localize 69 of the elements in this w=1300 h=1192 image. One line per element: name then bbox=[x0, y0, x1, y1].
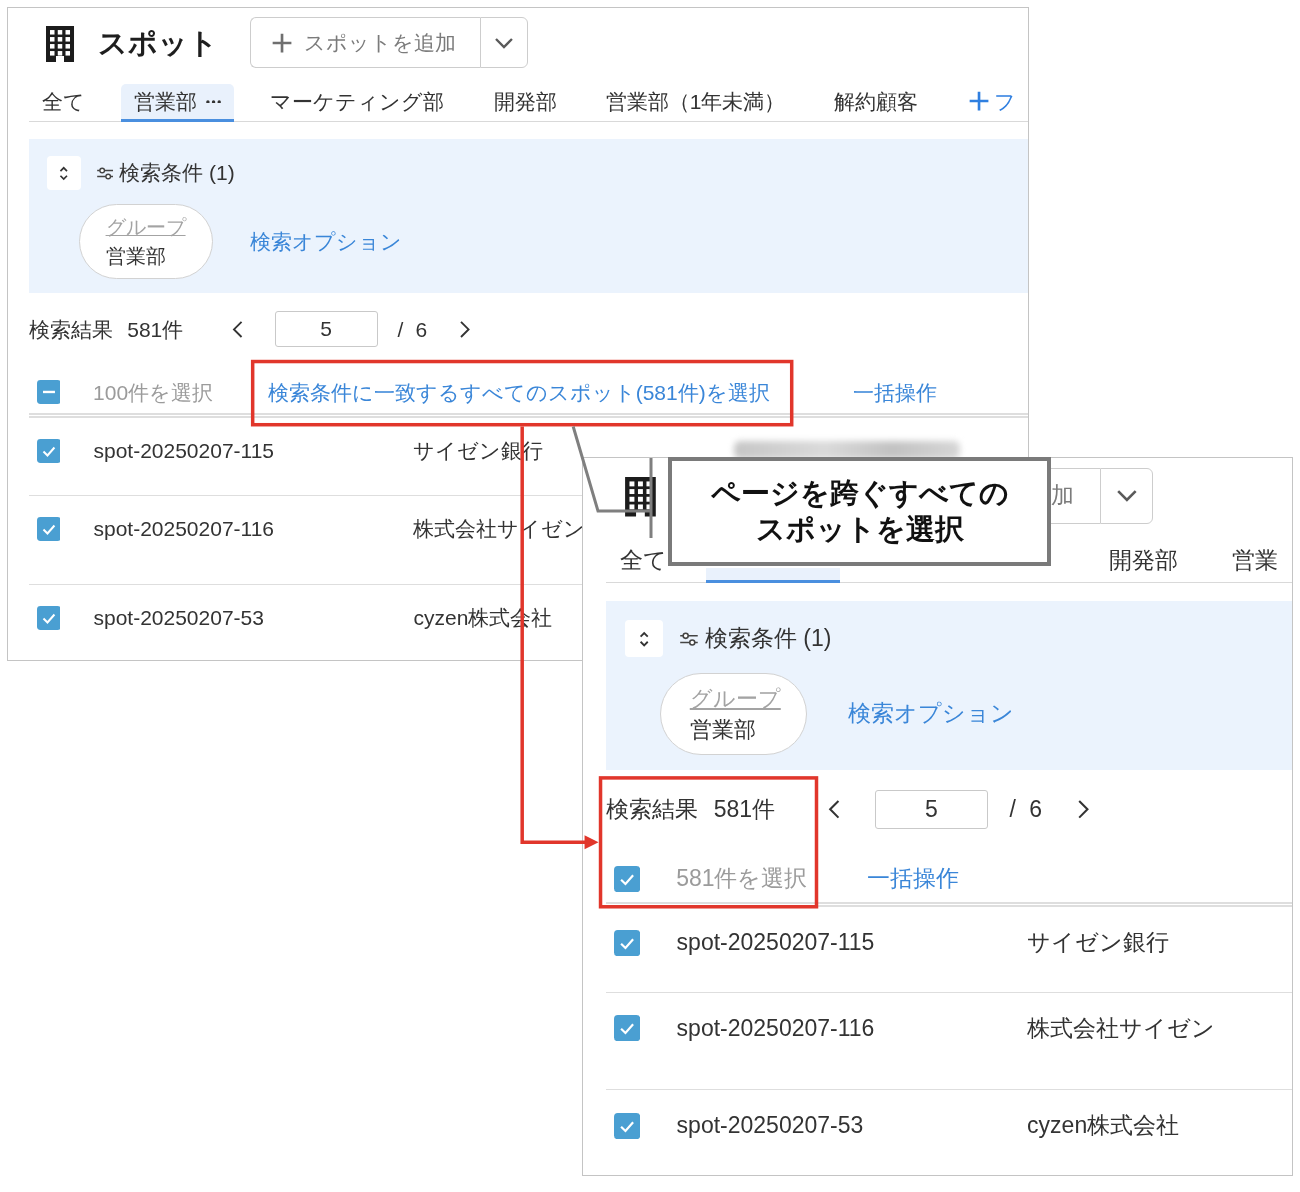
caret-down-icon bbox=[494, 36, 515, 49]
spot-id: spot-20250207-115 bbox=[676, 929, 876, 957]
page-input[interactable]: 5 bbox=[875, 790, 988, 830]
chevron-right-icon[interactable] bbox=[1076, 799, 1090, 821]
page-total: / 6 bbox=[397, 316, 428, 342]
bulk-action-link[interactable]: 一括操作 bbox=[867, 865, 960, 893]
page-total: / 6 bbox=[1009, 795, 1043, 824]
chevron-left-icon[interactable] bbox=[827, 799, 841, 821]
chip-value: 営業部 bbox=[689, 715, 756, 744]
caret-down-icon bbox=[1115, 489, 1138, 503]
add-filter-tab[interactable]: フ bbox=[954, 84, 1016, 122]
company-name: 株式会社サイゼン bbox=[1027, 1014, 1217, 1043]
bulk-action-link[interactable]: 一括操作 bbox=[852, 379, 937, 405]
select-all-checkbox[interactable] bbox=[614, 865, 641, 893]
select-all-checkbox[interactable] bbox=[36, 380, 61, 405]
company-name: サイゼン銀行 bbox=[1027, 929, 1171, 957]
sliders-icon bbox=[680, 631, 698, 646]
more-icon[interactable] bbox=[206, 99, 222, 104]
callout-text: ページを跨ぐすべてのスポットを選択 bbox=[709, 476, 1010, 547]
tab[interactable] bbox=[706, 567, 840, 583]
row-checkbox[interactable] bbox=[614, 1015, 641, 1042]
result-count: 581件 bbox=[713, 795, 775, 824]
select-all-link[interactable]: 検索条件に一致するすべてのスポット(581件)を選択 bbox=[267, 379, 770, 405]
chip-value: 営業部 bbox=[105, 243, 166, 269]
plus-icon bbox=[270, 31, 293, 54]
selection-count: 100件を選択 bbox=[93, 379, 214, 405]
row-checkbox[interactable] bbox=[36, 438, 61, 463]
search-conditions-title: 検索条件 (1) bbox=[704, 624, 832, 653]
sliders-icon bbox=[96, 166, 113, 180]
result-label: 検索結果 bbox=[605, 795, 698, 824]
row-checkbox[interactable] bbox=[614, 1112, 641, 1139]
tab[interactable]: 開発部 bbox=[1094, 541, 1193, 583]
search-conditions-title: 検索条件 (1) bbox=[119, 160, 235, 186]
tab[interactable]: マーケティング部 bbox=[257, 84, 458, 122]
add-button[interactable]: スポットを追加 bbox=[250, 17, 481, 69]
filter-chip[interactable]: グループ 営業部 bbox=[78, 204, 213, 280]
chevron-left-icon[interactable] bbox=[231, 319, 244, 339]
dropdown-button[interactable] bbox=[480, 17, 529, 69]
page-title: スポット bbox=[98, 25, 219, 59]
spot-id: spot-20250207-116 bbox=[93, 516, 276, 542]
chip-key: グループ bbox=[105, 213, 186, 242]
result-label: 検索結果 bbox=[28, 316, 113, 342]
tab[interactable]: 解約顧客 bbox=[821, 84, 932, 122]
chevron-up-down-icon bbox=[638, 629, 650, 648]
building-icon bbox=[45, 25, 76, 62]
row-checkbox[interactable] bbox=[614, 929, 641, 957]
spot-id: spot-20250207-53 bbox=[93, 605, 265, 631]
spot-id: spot-20250207-116 bbox=[676, 1014, 876, 1043]
chevron-up-down-icon bbox=[58, 164, 69, 182]
filter-chip[interactable]: グループ 営業部 bbox=[660, 672, 807, 755]
chip-key: グループ bbox=[689, 682, 781, 714]
dropdown-button[interactable] bbox=[1100, 467, 1153, 524]
chevron-right-icon[interactable] bbox=[458, 319, 471, 339]
tab[interactable]: 営業部（1年未満） bbox=[592, 84, 799, 122]
company-name: cyzen株式会社 bbox=[1027, 1112, 1181, 1140]
row-checkbox[interactable] bbox=[36, 516, 61, 541]
collapse-toggle-button[interactable] bbox=[625, 620, 663, 658]
spot-id: spot-20250207-53 bbox=[676, 1112, 865, 1140]
page-input[interactable]: 5 bbox=[274, 311, 378, 348]
tab[interactable]: 全て bbox=[28, 84, 98, 122]
result-count: 581件 bbox=[127, 316, 184, 342]
spot-id: spot-20250207-115 bbox=[93, 438, 276, 464]
collapse-toggle-button[interactable] bbox=[46, 156, 81, 190]
tab[interactable]: 開発部 bbox=[480, 84, 570, 122]
tab[interactable]: 営業部 bbox=[120, 84, 235, 122]
row-checkbox[interactable] bbox=[36, 605, 61, 630]
tab[interactable]: 営業 bbox=[1217, 541, 1292, 583]
plus-icon bbox=[967, 90, 990, 113]
selection-count: 581件を選択 bbox=[676, 865, 808, 893]
